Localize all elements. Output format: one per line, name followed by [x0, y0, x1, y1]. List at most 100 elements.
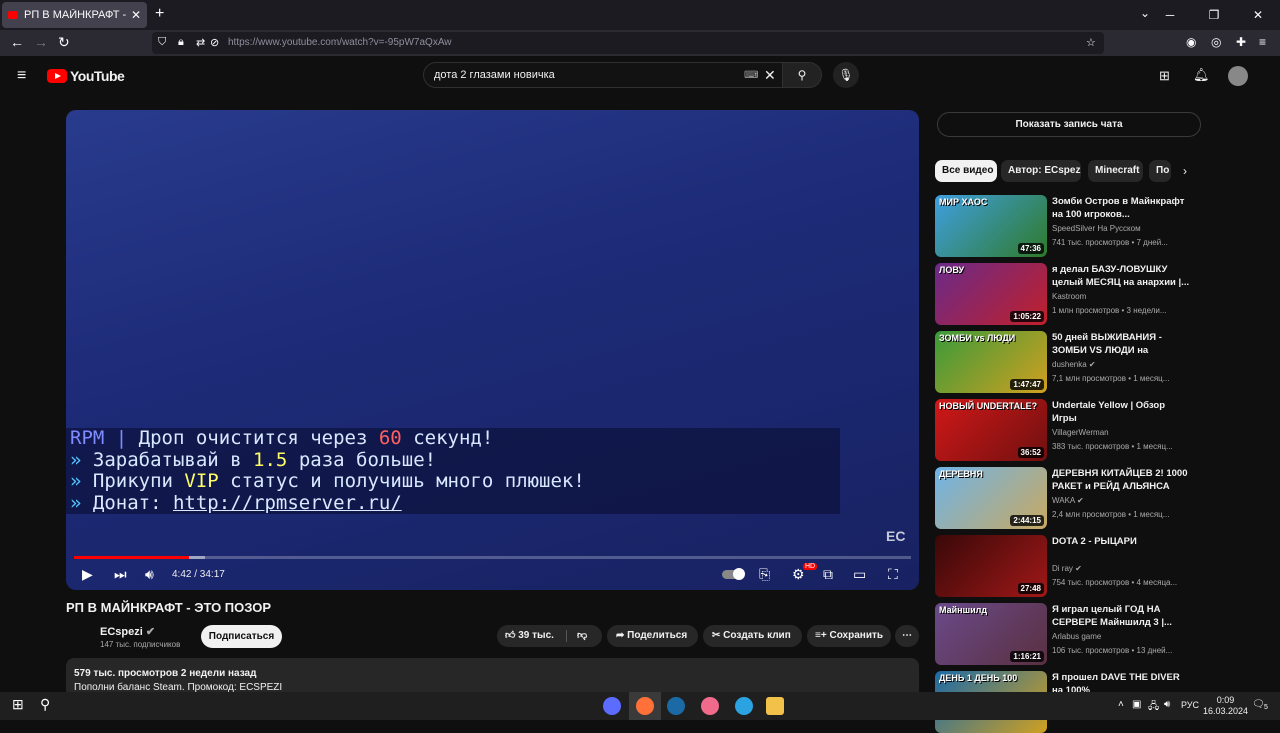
speaker-icon[interactable]: 🔊︎ — [1164, 699, 1170, 710]
windows-start-icon[interactable]: ⊞ — [12, 696, 24, 713]
video-thumbnail[interactable]: ЗОМБИ vs ЛЮДИ 1:47:47 — [935, 331, 1047, 393]
autoplay-toggle[interactable] — [722, 568, 745, 580]
recommended-video[interactable]: МИР ХАОС 47:36 Зомби Остров в Майнкрафт на… — [935, 195, 1190, 257]
video-thumbnail[interactable]: МИР ХАОС 47:36 — [935, 195, 1047, 257]
pocket-icon[interactable]: ◉ — [1186, 35, 1196, 49]
autoplay-blocked-icon[interactable]: ⊘ — [210, 36, 219, 49]
like-button[interactable]: 👍︎ 39 тыс. — [505, 625, 554, 647]
video-thumbnail[interactable]: НОВЫЙ UNDERTALE? 36:52 — [935, 399, 1047, 461]
search-query[interactable]: дота 2 глазами новичка — [434, 69, 555, 81]
clip-button[interactable]: ✂ Создать клип — [703, 625, 802, 647]
dislike-button[interactable]: 👎︎ — [577, 625, 587, 647]
share-button[interactable]: ➦ Поделиться — [607, 625, 698, 647]
taskbar-search-icon[interactable]: ⚲ — [40, 696, 50, 713]
video-title-link[interactable]: Зомби Остров в Майнкрафт на 100 игроков.… — [1052, 195, 1190, 221]
recommended-video[interactable]: ДЕРЕВНЯ 2:44:15 ДЕРЕВНЯ КИТАЙЦЕВ 2! 1000 Р… — [935, 467, 1190, 529]
address-bar[interactable]: ⛉ 🔒︎ ⇄ ⊘ https://www.youtube.com/watch?v… — [152, 32, 1104, 54]
video-thumbnail[interactable]: ДЕРЕВНЯ 2:44:15 — [935, 467, 1047, 529]
channel-name[interactable]: Di ray ✔ — [1052, 564, 1082, 573]
search-button[interactable]: ⚲ — [782, 62, 822, 88]
recommended-video[interactable]: 27:48 DOTA 2 - РЫЦАРИ Di ray ✔ 754 тыс. про… — [935, 535, 1190, 597]
save-button[interactable]: ≡+ Сохранить — [807, 625, 891, 647]
channel-name[interactable]: dushenka ✔ — [1052, 360, 1096, 369]
channel-name[interactable]: SpeedSilver На Русском — [1052, 224, 1141, 233]
chevron-right-icon[interactable]: › — [1183, 164, 1187, 178]
show-chat-replay-button[interactable]: Показать запись чата — [937, 112, 1201, 137]
filter-chip[interactable]: Minecraft — [1088, 160, 1143, 182]
file-explorer-icon[interactable] — [766, 697, 784, 715]
shield-icon[interactable]: ⛉ — [158, 36, 166, 49]
new-tab-button[interactable]: + — [155, 5, 164, 23]
filter-chip[interactable]: Автор: ECspezi — [1001, 160, 1081, 182]
restore-button[interactable]: ❐ — [1192, 0, 1236, 30]
channel-watermark[interactable]: EC — [886, 528, 905, 544]
recommended-video[interactable]: НОВЫЙ UNDERTALE? 36:52 Undertale Yellow | … — [935, 399, 1190, 461]
reload-icon[interactable]: ↻ — [58, 34, 70, 51]
back-icon[interactable]: ← — [10, 34, 24, 50]
app-menu-icon[interactable]: ≡ — [1259, 35, 1266, 49]
play-icon[interactable]: ▶ — [82, 566, 93, 583]
video-thumbnail[interactable]: Майншилд 1:16:21 — [935, 603, 1047, 665]
create-video-icon[interactable]: ⊞ — [1159, 68, 1170, 84]
video-title-link[interactable]: Я играл целый ГОД НА СЕРВЕРЕ Майншилд 3 … — [1052, 603, 1190, 629]
search-input[interactable]: дота 2 глазами новичка ⌨ ✕ — [423, 62, 783, 88]
video-title-link[interactable]: 50 дней ВЫЖИВАНИЯ - ЗОМБИ VS ЛЮДИ на хар… — [1052, 331, 1190, 357]
clock[interactable]: 0:09 16.03.2024 — [1203, 695, 1248, 717]
osu-icon[interactable] — [701, 697, 719, 715]
tray-app-icon[interactable]: ▣ — [1132, 699, 1141, 710]
channel-name[interactable]: Kastroom — [1052, 292, 1086, 301]
show-hidden-icons[interactable]: ˄ — [1118, 699, 1124, 710]
close-window-button[interactable]: ✕ — [1236, 0, 1280, 30]
recommended-video[interactable]: ЗОМБИ vs ЛЮДИ 1:47:47 50 дней ВЫЖИВАНИЯ - … — [935, 331, 1190, 393]
permissions-icon[interactable]: ⇄ — [196, 36, 205, 49]
video-title-link[interactable]: Undertale Yellow | Обзор Игры — [1052, 399, 1190, 425]
video-title-link[interactable]: ДЕРЕВНЯ КИТАЙЦЕВ 2! 1000 РАКЕТ и РЕЙД АЛ… — [1052, 467, 1190, 493]
taskbar-app-icon[interactable] — [603, 697, 621, 715]
more-actions-button[interactable]: ⋯ — [895, 625, 919, 647]
recommended-video[interactable]: Майншилд 1:16:21 Я играл целый ГОД НА СЕРВ… — [935, 603, 1190, 665]
video-thumbnail[interactable]: ЛОВУ 1:05:22 — [935, 263, 1047, 325]
miniplayer-icon[interactable]: ⧉ — [823, 566, 833, 583]
bookmark-star-icon[interactable]: ☆ — [1086, 36, 1096, 49]
keyboard-icon[interactable]: ⌨ — [744, 70, 758, 81]
video-player[interactable]: RPM | Дроп очистится через 60 секунд!» З… — [66, 110, 919, 590]
account-avatar[interactable] — [1228, 66, 1248, 86]
theater-mode-icon[interactable]: ▭ — [853, 566, 866, 583]
channel-avatar[interactable] — [66, 624, 94, 652]
fullscreen-icon[interactable]: ⛶ — [888, 566, 898, 583]
recommended-video[interactable]: ЛОВУ 1:05:22 я делал БАЗУ-ЛОВУШКУ целый МЕ… — [935, 263, 1190, 325]
channel-name[interactable]: ECspezi ✔ — [100, 625, 155, 638]
video-title-link[interactable]: я делал БАЗУ-ЛОВУШКУ целый МЕСЯЦ на анар… — [1052, 263, 1190, 289]
language-indicator[interactable]: РУС — [1181, 700, 1199, 710]
extensions-icon[interactable]: ✚ — [1236, 35, 1246, 49]
network-icon[interactable]: 🖧︎ — [1148, 699, 1159, 716]
browser-tab[interactable]: РП В МАЙНКРАФТ - ЭТО ПОЗОР ✕ — [2, 2, 147, 28]
video-title-link[interactable]: DOTA 2 - РЫЦАРИ — [1052, 535, 1190, 548]
close-tab-icon[interactable]: ✕ — [131, 8, 141, 22]
notifications-bell-icon[interactable]: 🔔︎ — [1193, 67, 1210, 83]
clear-search-icon[interactable]: ✕ — [764, 67, 776, 84]
steam-icon[interactable] — [667, 697, 685, 715]
subtitles-icon[interactable]: ⎘ — [759, 566, 770, 583]
next-icon[interactable]: ⏭︎ — [114, 566, 127, 583]
video-thumbnail[interactable]: 27:48 — [935, 535, 1047, 597]
firefox-icon[interactable] — [636, 697, 654, 715]
youtube-logo[interactable]: YouTube — [47, 68, 125, 84]
guide-menu-icon[interactable]: ≡ — [17, 67, 26, 85]
filter-chip[interactable]: По — [1149, 160, 1171, 182]
channel-name[interactable]: Arlabus game — [1052, 632, 1101, 641]
minimize-button[interactable]: ─ — [1148, 0, 1192, 30]
channel-name[interactable]: WAKA ✔ — [1052, 496, 1084, 505]
forward-icon[interactable]: → — [34, 34, 48, 50]
volume-icon[interactable]: 🔊︎ — [145, 566, 154, 583]
progress-bar[interactable] — [74, 556, 911, 559]
url-text[interactable]: https://www.youtube.com/watch?v=-95pW7aQ… — [228, 37, 452, 48]
channel-name[interactable]: VillagerWerman — [1052, 428, 1109, 437]
subscribe-button[interactable]: Подписаться — [201, 625, 282, 648]
lock-icon[interactable]: 🔒︎ — [178, 36, 184, 49]
telegram-icon[interactable] — [735, 697, 753, 715]
notifications-icon[interactable]: 🗨︎ — [1252, 699, 1265, 710]
filter-chip[interactable]: Все видео — [935, 160, 997, 182]
account-icon[interactable]: ◎ — [1211, 35, 1221, 49]
voice-search-button[interactable]: 🎙︎ — [833, 62, 859, 88]
